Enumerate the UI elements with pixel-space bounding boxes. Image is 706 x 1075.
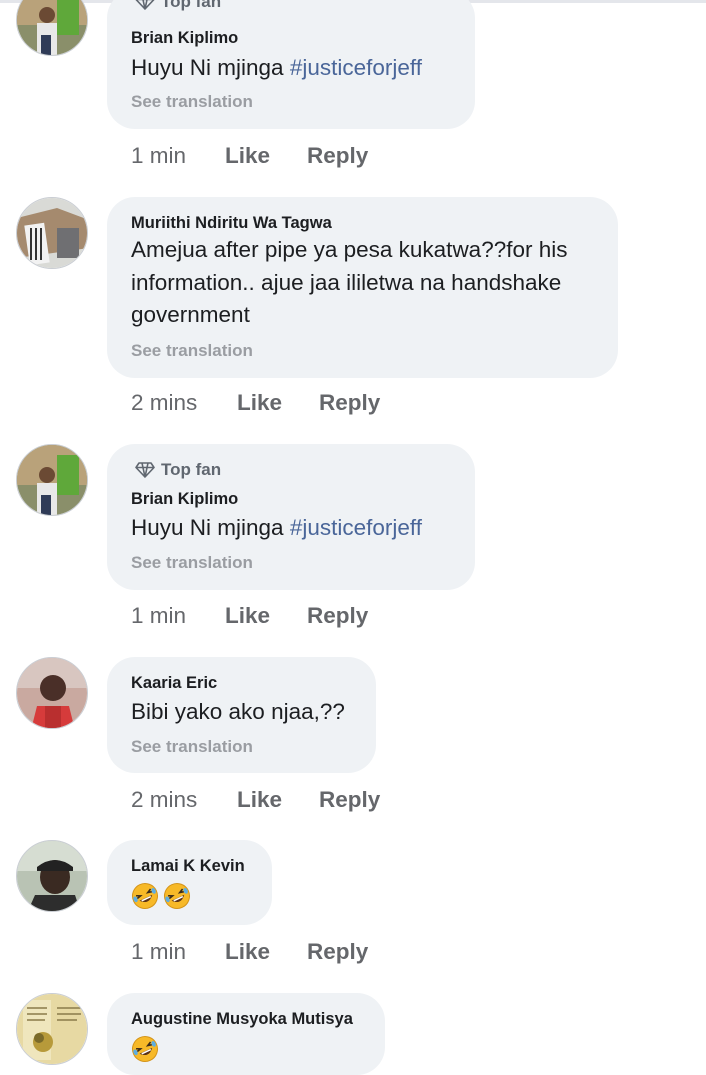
comment-time: 2 mins [131,787,198,812]
comment-actions: 1 min Like Reply [131,939,368,965]
top-fan-label: Top fan [161,460,222,479]
comment-actions: 1 min Like Reply [131,143,368,169]
top-fan-badge: Top fan [135,460,221,480]
hashtag-link[interactable]: #justiceforjeff [290,55,422,80]
top-fan-label: Top fan [161,0,222,11]
see-translation-link[interactable]: See translation [131,553,253,573]
comment-text-line: government [131,302,250,327]
like-button[interactable]: Like [237,787,319,813]
comment-bubble: Lamai K Kevin [107,840,272,925]
avatar[interactable] [16,444,88,516]
avatar[interactable] [16,657,88,729]
comment-author[interactable]: Lamai K Kevin [131,857,245,876]
comment-time: 2 mins [131,390,198,415]
diamond-icon [135,462,155,478]
comment-bubble: Top fan Brian Kiplimo Huyu Ni mjinga #ju… [107,444,475,590]
comment-author[interactable]: Augustine Musyoka Mutisya [131,1010,353,1029]
like-button[interactable]: Like [225,603,307,629]
comment-author[interactable]: Kaaria Eric [131,674,217,693]
hashtag-link[interactable]: #justiceforjeff [290,515,422,540]
like-button[interactable]: Like [225,939,307,965]
see-translation-link[interactable]: See translation [131,92,253,112]
avatar[interactable] [16,840,88,912]
comment-author[interactable]: Brian Kiplimo [131,490,238,509]
comment-text: Huyu Ni mjinga #justiceforjeff [131,512,422,545]
comment-author[interactable]: Muriithi Ndiritu Wa Tagwa [131,214,332,233]
emoji-row [131,882,191,910]
reply-button[interactable]: Reply [307,603,368,629]
avatar[interactable] [16,0,88,56]
avatar[interactable] [16,197,88,269]
comment-bubble: Kaaria Eric Bibi yako ako njaa,?? See tr… [107,657,376,773]
comment-bubble: Muriithi Ndiritu Wa Tagwa Amejua after p… [107,197,618,378]
comment-time: 1 min [131,939,187,964]
comment-actions: 1 min Like Reply [131,603,368,629]
diamond-icon [135,0,155,10]
reply-button[interactable]: Reply [319,390,380,416]
comment-time: 1 min [131,143,187,168]
rolling-laughing-emoji-icon [132,1036,158,1062]
comment-actions: 2 mins Like Reply [131,390,380,416]
reply-button[interactable]: Reply [307,939,368,965]
comment-time: 1 min [131,603,187,628]
emoji-row [131,1035,159,1063]
comment-text-body: Huyu Ni mjinga [131,55,290,80]
reply-button[interactable]: Reply [319,787,380,813]
like-button[interactable]: Like [237,390,319,416]
comment-author[interactable]: Brian Kiplimo [131,29,238,48]
like-button[interactable]: Like [225,143,307,169]
rolling-laughing-emoji-icon [164,883,190,909]
rolling-laughing-emoji-icon [132,883,158,909]
comment-text-body: Huyu Ni mjinga [131,515,290,540]
comment-text-line: Amejua after pipe ya pesa kukatwa??for h… [131,237,568,262]
reply-button[interactable]: Reply [307,143,368,169]
comment-text-line: information.. ajue jaa ililetwa na hands… [131,270,562,295]
see-translation-link[interactable]: See translation [131,341,253,361]
comment-bubble: Augustine Musyoka Mutisya [107,993,385,1075]
comment-text: Huyu Ni mjinga #justiceforjeff [131,52,422,85]
comment-bubble: Top fan Brian Kiplimo Huyu Ni mjinga #ju… [107,0,475,129]
comment-actions: 2 mins Like Reply [131,787,380,813]
comment-text: Bibi yako ako njaa,?? [131,699,345,724]
see-translation-link[interactable]: See translation [131,737,253,757]
top-fan-badge: Top fan [135,0,221,12]
avatar[interactable] [16,993,88,1065]
